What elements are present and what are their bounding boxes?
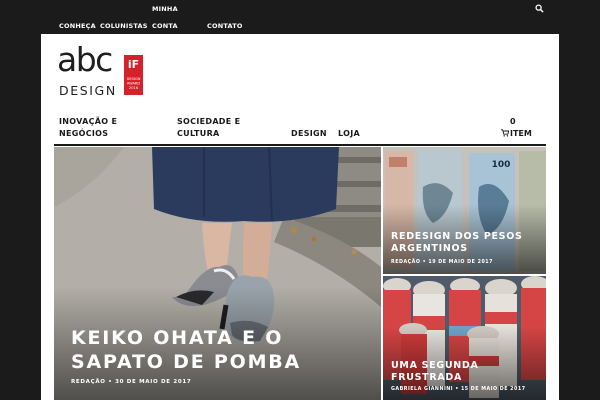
topnav-conta[interactable]: CONTA bbox=[152, 22, 178, 30]
site-logo[interactable]: abc DESIGN iF DESIGN AWARD 2016 bbox=[57, 40, 143, 102]
svg-text:2016: 2016 bbox=[129, 86, 139, 90]
article-card[interactable]: UMA SEGUNDA FRUSTRADA GABRIELA GIANNINI … bbox=[383, 276, 546, 400]
cart-icon bbox=[501, 129, 509, 137]
article-card-title[interactable]: UMA SEGUNDA FRUSTRADA bbox=[391, 360, 541, 384]
top-bar: CONHEÇA COLUNISTAS MINHA CONTA CONTATO bbox=[0, 0, 600, 34]
page-container: abc DESIGN iF DESIGN AWARD 2016 INOVAÇÃO… bbox=[41, 34, 559, 400]
cart-count[interactable]: 0 bbox=[510, 116, 516, 128]
logo-subtext: DESIGN bbox=[59, 83, 117, 98]
featured-article-title[interactable]: KEIKO OHATA E O SAPATO DE POMBA bbox=[71, 326, 321, 374]
cart-link[interactable]: ITEM bbox=[501, 128, 532, 140]
logo-wordmark: abc bbox=[57, 40, 113, 79]
nav-inovacao-negocios[interactable]: INOVAÇÃO E NEGÓCIOS bbox=[59, 116, 117, 140]
svg-text:AWARD: AWARD bbox=[127, 82, 141, 86]
if-design-award-badge: iF DESIGN AWARD 2016 bbox=[124, 55, 143, 95]
nav-sociedade-cultura[interactable]: SOCIEDADE E CULTURA bbox=[177, 116, 240, 140]
nav-loja[interactable]: LOJA bbox=[338, 128, 360, 140]
svg-text:iF: iF bbox=[128, 58, 139, 71]
cart-label: ITEM bbox=[510, 129, 532, 138]
nav-design[interactable]: DESIGN bbox=[291, 128, 327, 140]
article-card-title[interactable]: REDESIGN DOS PESOS ARGENTINOS bbox=[391, 231, 541, 255]
nav-divider bbox=[54, 144, 546, 146]
topnav-contato[interactable]: CONTATO bbox=[207, 22, 243, 30]
article-card-meta: GABRIELA GIANNINI • 15 DE MAIO DE 2017 bbox=[391, 387, 526, 392]
article-card[interactable]: 100 REDESIGN DOS PESOS ARGENTINOS REDAÇÃ… bbox=[383, 147, 546, 274]
topnav-colunistas[interactable]: COLUNISTAS bbox=[100, 22, 148, 30]
featured-article[interactable]: KEIKO OHATA E O SAPATO DE POMBA REDAÇÃO … bbox=[54, 147, 381, 400]
svg-text:DESIGN: DESIGN bbox=[127, 77, 141, 81]
featured-article-meta: REDAÇÃO • 30 DE MAIO DE 2017 bbox=[71, 379, 192, 385]
topnav-conheca[interactable]: CONHEÇA bbox=[59, 22, 96, 30]
article-card-meta: REDAÇÃO • 19 DE MAIO DE 2017 bbox=[391, 260, 493, 265]
search-icon[interactable] bbox=[535, 4, 544, 13]
topnav-minha[interactable]: MINHA bbox=[152, 5, 178, 13]
